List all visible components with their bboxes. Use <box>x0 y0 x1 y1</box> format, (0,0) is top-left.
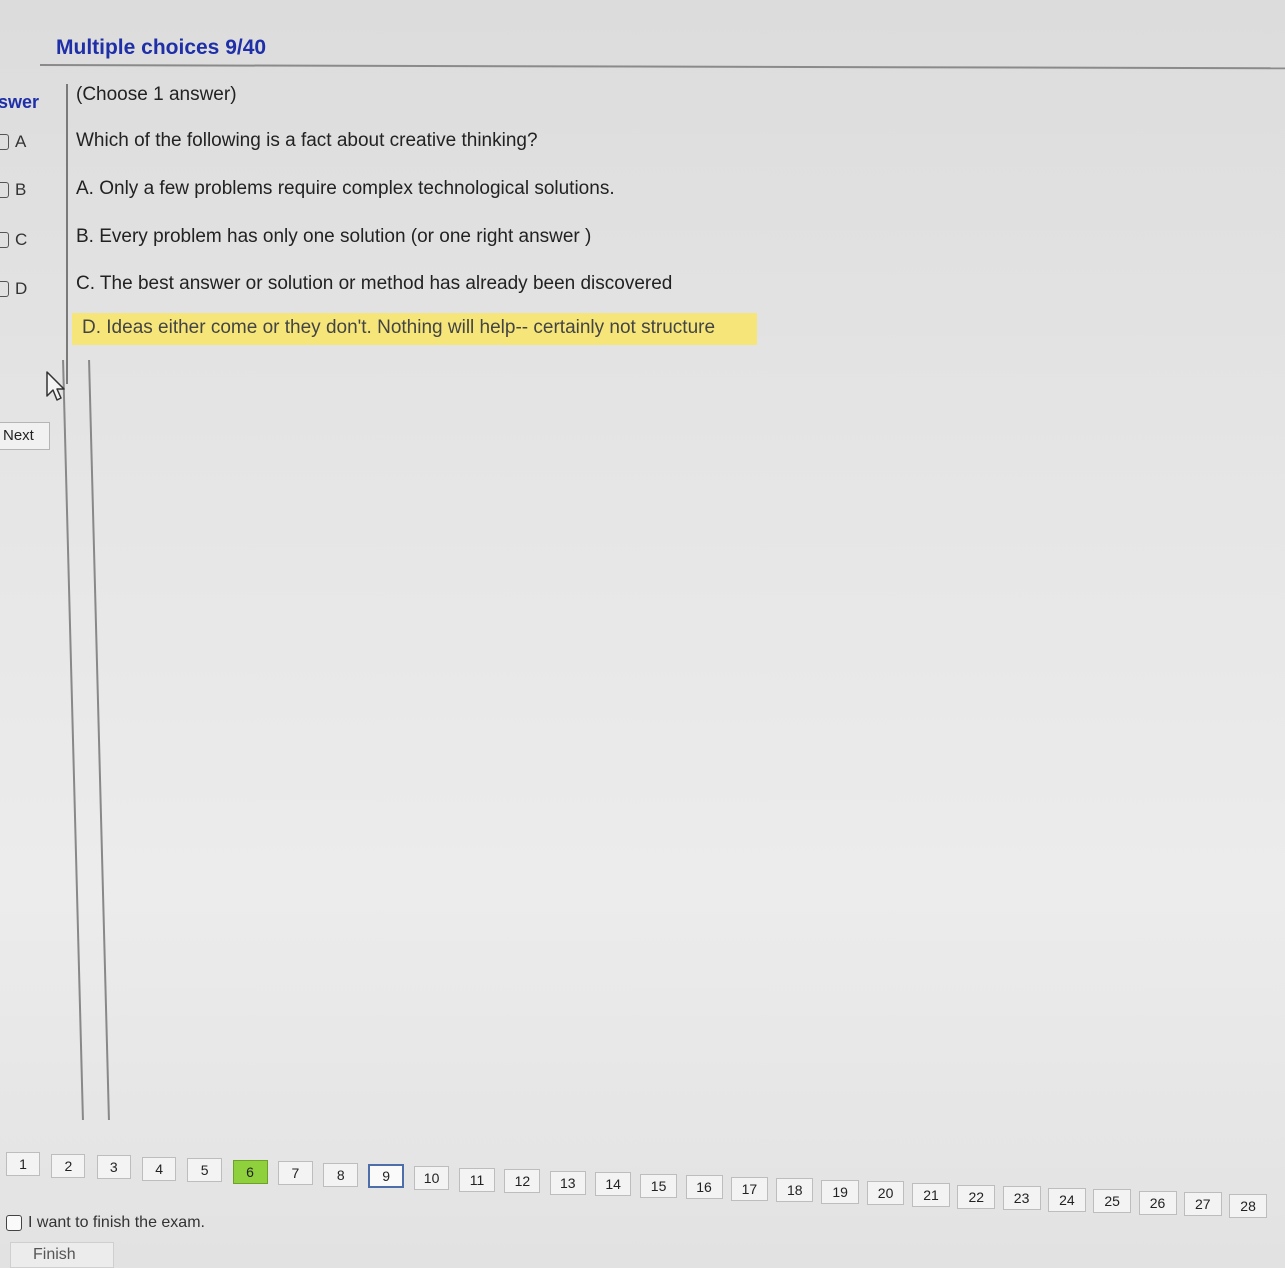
radio-icon[interactable] <box>0 182 9 198</box>
answer-option-b[interactable]: B <box>0 180 26 200</box>
choice-d-highlighted: D. Ideas either come or they don't. Noth… <box>72 313 758 345</box>
choice-a: A. Only a few problems require complex t… <box>76 178 615 199</box>
page-title: Multiple choices 9/40 <box>56 36 267 59</box>
page-button-27[interactable]: 27 <box>1183 1192 1222 1217</box>
page-button-23[interactable]: 23 <box>1002 1186 1041 1211</box>
answer-option-label: D <box>15 279 28 298</box>
next-button[interactable]: Next <box>0 422 50 450</box>
page-button-4[interactable]: 4 <box>141 1156 177 1181</box>
page-button-15[interactable]: 15 <box>640 1173 677 1198</box>
radio-icon[interactable] <box>0 232 9 248</box>
radio-icon[interactable] <box>0 281 9 297</box>
answer-option-label: A <box>15 132 27 151</box>
finish-checkbox[interactable] <box>6 1215 22 1231</box>
radio-icon[interactable] <box>0 134 9 150</box>
choice-b: B. Every problem has only one solution (… <box>76 226 592 247</box>
page-button-8[interactable]: 8 <box>323 1162 359 1187</box>
finish-button[interactable]: Finish <box>10 1242 114 1268</box>
answer-option-label: B <box>15 180 27 199</box>
page-button-2[interactable]: 2 <box>51 1153 86 1178</box>
page-button-21[interactable]: 21 <box>912 1183 950 1207</box>
page-button-18[interactable]: 18 <box>776 1178 814 1203</box>
page-button-16[interactable]: 16 <box>685 1175 723 1200</box>
page-button-7[interactable]: 7 <box>277 1161 313 1186</box>
answer-column-heading: swer <box>0 92 40 112</box>
answer-option-d[interactable]: D <box>0 279 27 299</box>
answer-option-label: C <box>15 230 28 249</box>
mouse-pointer-icon <box>46 371 65 401</box>
choice-c: C. The best answer or solution or method… <box>76 273 673 294</box>
question-panel-border <box>62 360 110 1120</box>
page-button-5[interactable]: 5 <box>187 1158 222 1183</box>
page-button-11[interactable]: 11 <box>459 1167 495 1192</box>
title-divider <box>39 64 1285 70</box>
page-button-20[interactable]: 20 <box>866 1181 905 1206</box>
finish-checkbox-label: I want to finish the exam. <box>28 1214 205 1231</box>
page-button-9[interactable]: 9 <box>368 1164 404 1189</box>
answer-option-c[interactable]: C <box>0 230 27 250</box>
page-button-12[interactable]: 12 <box>504 1169 541 1194</box>
page-button-3[interactable]: 3 <box>96 1155 131 1180</box>
page-button-14[interactable]: 14 <box>594 1172 632 1197</box>
page-button-10[interactable]: 10 <box>413 1165 450 1190</box>
page-button-28[interactable]: 28 <box>1229 1193 1268 1218</box>
page-button-24[interactable]: 24 <box>1047 1187 1086 1212</box>
page-button-13[interactable]: 13 <box>549 1170 586 1195</box>
page-button-17[interactable]: 17 <box>730 1176 768 1201</box>
page-button-25[interactable]: 25 <box>1093 1189 1132 1214</box>
question-instruction: (Choose 1 answer) <box>76 84 237 105</box>
finish-confirm-row[interactable]: I want to finish the exam. <box>6 1214 205 1232</box>
page-button-26[interactable]: 26 <box>1138 1190 1177 1215</box>
answer-option-a[interactable]: A <box>0 132 26 152</box>
page-button-1[interactable]: 1 <box>6 1152 40 1176</box>
page-button-22[interactable]: 22 <box>957 1184 996 1209</box>
panel-divider <box>66 84 68 384</box>
question-pager: 1 2 3 4 5 6 7 8 9 10 11 12 13 14 15 16 17 18 19 20 21 22 23 24 2… <box>0 1148 1285 1218</box>
page-button-6[interactable]: 6 <box>232 1159 268 1184</box>
page-button-19[interactable]: 19 <box>821 1179 859 1204</box>
question-text: Which of the following is a fact about c… <box>76 130 538 151</box>
